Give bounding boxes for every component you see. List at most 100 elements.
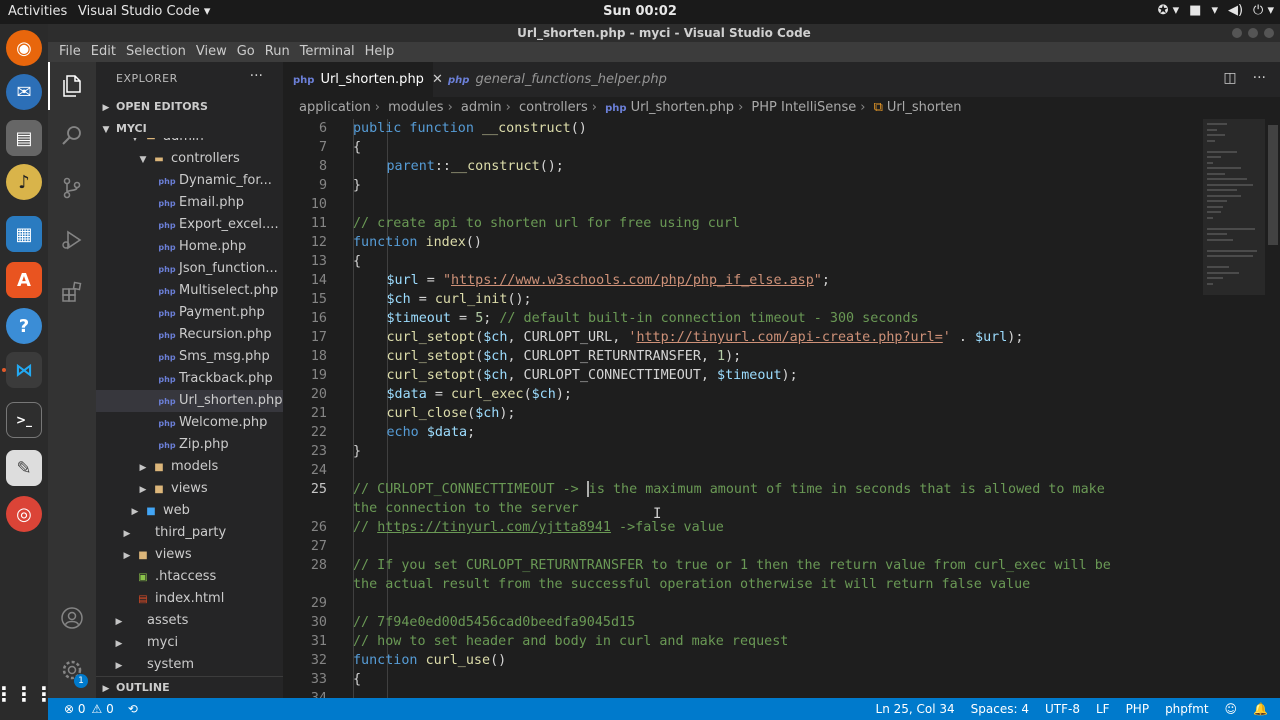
code-line[interactable]: 32 function curl_use() [283,651,1203,670]
breadcrumb-file[interactable]: Url_shorten.php [631,100,735,115]
code-line[interactable]: 31 // how to set header and body in curl … [283,632,1203,651]
source-control-icon[interactable] [48,164,96,212]
menu-help[interactable]: Help [360,42,400,62]
system-tray[interactable]: ✪ ▾ ■ ▾ ◀) ⏻ ▾ [1158,3,1274,18]
code-line[interactable]: 19 curl_setopt($ch, CURLOPT_CONNECTTIMEOU… [283,366,1203,385]
minimap[interactable] [1203,119,1265,698]
tree-item[interactable]: ▶ system [96,654,283,676]
split-editor-icon[interactable]: ◫ [1223,70,1236,86]
code-line[interactable]: 26 // https://tinyurl.com/yjtta8941 ->fal… [283,518,1203,537]
terminal-icon[interactable]: >_ [6,402,42,438]
code-line[interactable]: the connection to the server [283,499,1203,518]
notifications-bell-icon[interactable]: 🔔 [1253,698,1268,720]
code-line[interactable]: 16 $timeout = 5; // default built-in conn… [283,309,1203,328]
menu-terminal[interactable]: Terminal [295,42,360,62]
settings-gear-icon[interactable]: 1 [48,646,96,694]
code-line[interactable]: 18 curl_setopt($ch, CURLOPT_RETURNTRANSFE… [283,347,1203,366]
code-line[interactable]: 20 $data = curl_exec($ch); [283,385,1203,404]
files-app-icon[interactable]: ▤ [6,120,42,156]
tree-item[interactable]: ▼ ▬ controllers [96,148,283,170]
tree-item[interactable]: php Welcome.php [96,412,283,434]
breadcrumb-item[interactable]: admin [461,100,502,115]
code-line[interactable]: 30 // 7f94e0ed00d5456cad0beedfa9045d15 [283,613,1203,632]
power-icon[interactable]: ⏻ ▾ [1253,3,1274,18]
tree-item[interactable]: ▣ .htaccess [96,566,283,588]
feedback-icon[interactable]: ☺ [1225,698,1238,720]
tree-item[interactable]: php Export_excel.... [96,214,283,236]
language-mode[interactable]: PHP [1126,698,1150,720]
firefox-icon[interactable]: ◉ [6,30,42,66]
code-line[interactable]: 8 parent::__construct(); [283,157,1203,176]
code-line[interactable]: 33 { [283,670,1203,689]
menu-run[interactable]: Run [260,42,295,62]
end-of-line[interactable]: LF [1096,698,1110,720]
recording-icon[interactable]: ■ [1189,3,1201,18]
code-line[interactable]: 24 [283,461,1203,480]
help-icon[interactable]: ? [6,308,42,344]
tree-item[interactable]: php Zip.php [96,434,283,456]
tree-item[interactable]: php Dynamic_for... [96,170,283,192]
thunderbird-icon[interactable]: ✉ [6,74,42,110]
open-editors-section[interactable]: ▶ OPEN EDITORS [96,96,283,118]
menu-view[interactable]: View [191,42,232,62]
code-line[interactable]: 9} [283,176,1203,195]
breadcrumb-intellisense[interactable]: PHP IntelliSense [751,100,856,115]
tree-item[interactable]: php Email.php [96,192,283,214]
tab-general-functions-helper[interactable]: php general_functions_helper.php [438,62,668,97]
run-debug-icon[interactable] [48,216,96,264]
rhythmbox-icon[interactable]: ♪ [6,164,42,200]
wifi-icon[interactable]: ▾ [1211,3,1218,18]
warnings-indicator[interactable]: ⚠ 0 [92,698,114,720]
tree-item[interactable]: ▶ third_party [96,522,283,544]
text-editor-icon[interactable]: ✎ [6,450,42,486]
menu-edit[interactable]: Edit [86,42,121,62]
show-applications-icon[interactable]: ⋮⋮⋮ [0,676,54,712]
code-line[interactable]: 10 [283,195,1203,214]
chrome-icon[interactable]: ◎ [6,496,42,532]
tree-item[interactable]: php Json_function... [96,258,283,280]
tree-item[interactable]: php Sms_msg.php [96,346,283,368]
tree-item[interactable]: ▶ assets [96,610,283,632]
tree-item[interactable]: ▶ ■ views [96,478,283,500]
code-line[interactable]: 11 // create api to shorten url for free … [283,214,1203,233]
tree-item[interactable]: ▤ index.html [96,588,283,610]
vscode-icon[interactable]: ⋈ [6,352,42,388]
minimize-button[interactable] [1232,28,1242,38]
breadcrumb-item[interactable]: application [299,100,371,115]
code-line[interactable]: 15 $ch = curl_init(); [283,290,1203,309]
code-line[interactable]: the actual result from the successful op… [283,575,1203,594]
maximize-button[interactable] [1248,28,1258,38]
account-icon[interactable] [48,594,96,642]
libreoffice-writer-icon[interactable]: ▦ [6,216,42,252]
menu-file[interactable]: File [54,42,86,62]
outline-section[interactable]: ▶ OUTLINE [96,676,283,698]
code-line[interactable]: 23} [283,442,1203,461]
breadcrumb-item[interactable]: controllers [519,100,588,115]
code-line[interactable]: 17 curl_setopt($ch, CURLOPT_URL, 'http://… [283,328,1203,347]
editor-scrollbar[interactable] [1266,119,1280,698]
scrollbar-thumb[interactable] [1268,125,1278,245]
extensions-icon[interactable] [48,268,96,316]
code-line[interactable]: 7{ [283,138,1203,157]
tree-item[interactable]: ▶ ■ web [96,500,283,522]
menu-selection[interactable]: Selection [121,42,191,62]
tree-item[interactable]: php Home.php [96,236,283,258]
more-editor-actions-icon[interactable]: ··· [1253,70,1266,86]
activities-button[interactable]: Activities [8,4,67,19]
tree-item[interactable]: php Multiselect.php [96,280,283,302]
tree-item[interactable]: ▶ ■ views [96,544,283,566]
code-editor[interactable]: I 6 public function __construct() 7{8 paren… [283,119,1203,698]
tree-item[interactable]: ▶ myci [96,632,283,654]
errors-indicator[interactable]: ⊗ 0 [64,698,86,720]
sync-icon[interactable]: ⟲ [128,698,138,720]
formatter[interactable]: phpfmt [1165,698,1208,720]
software-center-icon[interactable]: A [6,262,42,298]
tree-item[interactable]: ▶ ■ models [96,456,283,478]
project-section[interactable]: ▼ MYCI [96,118,283,140]
tree-item[interactable]: php Recursion.php [96,324,283,346]
close-button[interactable] [1264,28,1274,38]
code-line[interactable]: 12 function index() [283,233,1203,252]
tree-item[interactable]: php Trackback.php [96,368,283,390]
indentation[interactable]: Spaces: 4 [971,698,1029,720]
menu-go[interactable]: Go [232,42,260,62]
